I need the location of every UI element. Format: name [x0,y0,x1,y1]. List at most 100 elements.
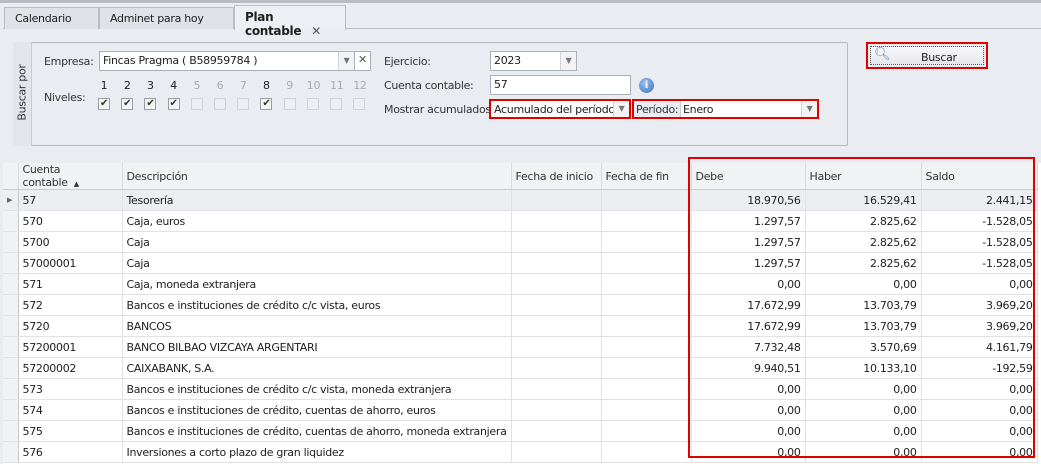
cell-descripci-n[interactable]: Bancos e instituciones de crédito c/c vi… [122,378,512,400]
cell-fecha-de-fin[interactable] [601,189,692,211]
cell-cuenta-contable[interactable]: 575 [18,420,123,442]
cell-fecha-de-inicio[interactable] [511,441,602,463]
mostrar-acumulados-combobox[interactable]: Acumulado del período ▼ [489,99,631,119]
cell-cuenta-contable[interactable]: 571 [18,273,123,295]
cell-fecha-de-fin[interactable] [601,420,692,442]
clear-empresa-button[interactable]: ✕ [354,51,371,71]
cell-fecha-de-inicio[interactable] [511,294,602,316]
row-indicator [3,441,19,463]
cell-fecha-de-inicio[interactable] [511,336,602,358]
cell-fecha-de-inicio[interactable] [511,357,602,379]
cell-fecha-de-fin[interactable] [601,357,692,379]
cell-fecha-de-fin[interactable] [601,399,692,421]
cell-descripci-n[interactable]: Caja [122,231,512,253]
ejercicio-combobox[interactable]: 2023 ▼ [490,51,577,71]
cell-cuenta-contable[interactable]: 57 [18,189,123,211]
cell-fecha-de-fin[interactable] [601,336,692,358]
cell-cuenta-contable[interactable]: 5720 [18,315,123,337]
periodo-combobox[interactable]: Período: Enero ▼ [632,99,819,119]
tab-plan-contable[interactable]: Plan contable ✕ [234,5,346,38]
nivel-number: 11 [330,79,344,92]
nivel-checkbox-7[interactable] [237,98,250,110]
nivel-checkbox-12[interactable] [353,98,366,110]
cell-cuenta-contable[interactable]: 576 [18,441,123,463]
close-tab-icon[interactable]: ✕ [311,24,321,38]
cell-cuenta-contable[interactable]: 57000001 [18,252,123,274]
cell-fecha-de-inicio[interactable] [511,210,602,232]
cuenta-contable-input[interactable]: 57 [490,75,631,95]
cell-fecha-de-fin[interactable] [601,252,692,274]
cell-cuenta-contable[interactable]: 57200001 [18,336,123,358]
cell-fecha-de-inicio[interactable] [511,315,602,337]
cell-fecha-de-fin[interactable] [601,273,692,295]
chevron-down-icon[interactable]: ▼ [338,52,354,70]
column-header-fecha-de-inicio[interactable]: Fecha de inicio [511,163,602,190]
nivel-checkbox-1[interactable]: ✔ [98,98,110,110]
column-header-cuenta-contable[interactable]: Cuenta contable ▲ [18,163,123,190]
nivel-number: 9 [286,79,293,92]
row-indicator [3,231,19,253]
chevron-down-icon[interactable]: ▼ [801,101,817,117]
row-indicator [3,273,19,295]
nivel-number: 8 [263,79,270,92]
cell-fecha-de-inicio[interactable] [511,252,602,274]
empresa-combobox[interactable]: Fincas Pragma ( B58959784 ) ▼ [99,51,355,71]
column-header-descripci-n[interactable]: Descripción [122,163,512,190]
cell-fecha-de-inicio[interactable] [511,189,602,211]
cell-descripci-n[interactable]: BANCO BILBAO VIZCAYA ARGENTARI [122,336,512,358]
cuenta-contable-label: Cuenta contable: [384,79,474,92]
nivel-number: 12 [353,79,367,92]
cell-descripci-n[interactable]: CAIXABANK, S.A. [122,357,512,379]
buscar-button[interactable]: 🔍︎ Buscar [870,46,984,65]
cell-fecha-de-fin[interactable] [601,315,692,337]
nivel-number: 10 [306,79,321,92]
cell-descripci-n[interactable]: Caja [122,252,512,274]
nivel-checkbox-8[interactable]: ✔ [260,98,273,110]
cell-fecha-de-fin[interactable] [601,378,692,400]
cell-descripci-n[interactable]: Bancos e instituciones de crédito, cuent… [122,420,512,442]
tab-calendario[interactable]: Calendario [4,7,99,29]
cell-fecha-de-inicio[interactable] [511,420,602,442]
cell-cuenta-contable[interactable]: 570 [18,210,123,232]
nivel-checkbox-9[interactable] [283,98,296,110]
nivel-checkbox-6[interactable] [214,98,226,110]
nivel-checkbox-11[interactable] [330,98,342,110]
cell-descripci-n[interactable]: Tesorería [122,189,512,211]
cell-cuenta-contable[interactable]: 573 [18,378,123,400]
cell-cuenta-contable[interactable]: 57200002 [18,357,123,379]
nivel-number: 5 [193,79,201,92]
cell-fecha-de-inicio[interactable] [511,231,602,253]
cell-fecha-de-fin[interactable] [601,441,692,463]
nivel-checkbox-3[interactable]: ✔ [144,98,157,110]
nivel-checkbox-5[interactable] [190,98,203,110]
cell-fecha-de-inicio[interactable] [511,273,602,295]
cell-descripci-n[interactable]: Inversiones a corto plazo de gran liquid… [122,441,512,463]
group-caption[interactable]: Buscar por [13,42,32,146]
cell-cuenta-contable[interactable]: 572 [18,294,123,316]
cell-descripci-n[interactable]: BANCOS [122,315,512,337]
column-header-fecha-de-fin[interactable]: Fecha de fin [601,163,692,190]
sort-ascending-icon: ▲ [73,180,79,188]
cell-fecha-de-inicio[interactable] [511,378,602,400]
cell-descripci-n[interactable]: Bancos e instituciones de crédito, cuent… [122,399,512,421]
cell-fecha-de-fin[interactable] [601,210,692,232]
cell-cuenta-contable[interactable]: 5700 [18,231,123,253]
buscar-label: Buscar [921,51,957,64]
chevron-down-icon[interactable]: ▼ [560,52,576,70]
nivel-checkbox-10[interactable] [306,98,319,110]
nivel-checkbox-2[interactable]: ✔ [121,98,134,110]
nivel-number: 1 [100,79,108,92]
cell-descripci-n[interactable]: Caja, euros [122,210,512,232]
nivel-checkbox-4[interactable]: ✔ [167,98,180,110]
cell-cuenta-contable[interactable]: 574 [18,399,123,421]
chevron-down-icon[interactable]: ▼ [613,101,629,117]
cell-descripci-n[interactable]: Caja, moneda extranjera [122,273,512,295]
tab-adminet-para-hoy[interactable]: Adminet para hoy [99,7,234,29]
group-caption-label: Buscar por [15,64,29,121]
cell-fecha-de-fin[interactable] [601,294,692,316]
info-icon[interactable]: i [639,78,654,93]
cell-fecha-de-inicio[interactable] [511,399,602,421]
cell-fecha-de-fin[interactable] [601,231,692,253]
cell-descripci-n[interactable]: Bancos e instituciones de crédito c/c vi… [122,294,512,316]
row-indicator [3,210,19,232]
